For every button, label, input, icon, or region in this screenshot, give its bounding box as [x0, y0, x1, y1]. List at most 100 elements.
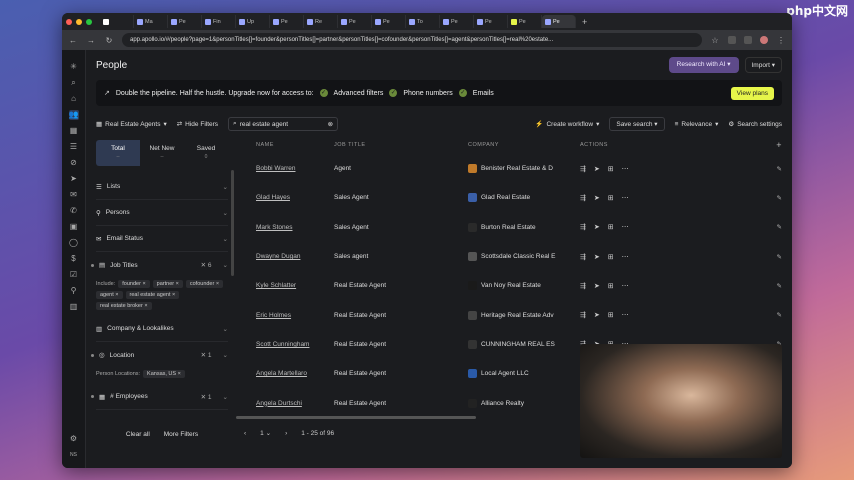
send-icon[interactable]: ➤ [594, 311, 600, 319]
extension-icon[interactable] [744, 36, 752, 44]
dollar-icon[interactable]: $ [69, 254, 79, 264]
add-to-list-icon[interactable]: ⇶ [580, 165, 586, 173]
view-plans-button[interactable]: View plans [730, 86, 774, 100]
page-select[interactable]: 1 ⌄ [260, 429, 271, 437]
filter-persons[interactable]: ⚲ Persons ⌄ [96, 200, 228, 226]
more-icon[interactable]: ⋯ [622, 253, 629, 261]
browser-tab[interactable] [100, 15, 134, 28]
phone-icon[interactable]: ✆ [69, 206, 79, 216]
profile-avatar[interactable] [760, 36, 768, 44]
filters-scrollbar[interactable] [231, 170, 234, 276]
star-icon[interactable]: ☆ [710, 36, 720, 45]
back-icon[interactable]: ← [68, 36, 78, 45]
saved-list-dropdown[interactable]: ▦ Real Estate Agents ▾ [96, 120, 167, 129]
table-row[interactable]: Eric Holmes Real Estate Agent Heritage Rea… [236, 300, 792, 329]
add-to-list-icon[interactable]: ⇶ [580, 194, 586, 202]
home-icon[interactable]: ⌂ [69, 94, 79, 104]
search-settings-button[interactable]: ⚙ Search settings [728, 120, 782, 129]
send-icon[interactable]: ➤ [594, 165, 600, 173]
browser-tab-active[interactable]: Pe [542, 15, 576, 28]
chip[interactable]: real estate broker × [96, 302, 152, 310]
add-column-button[interactable]: + [776, 140, 782, 150]
person-name-link[interactable]: Angela Martellaro [256, 370, 307, 377]
add-to-list-icon[interactable]: ⇶ [580, 311, 586, 319]
browser-tab[interactable]: Pe [270, 15, 304, 28]
company-link[interactable]: Glad Real Estate [481, 194, 530, 201]
browser-tab[interactable]: Up [236, 15, 270, 28]
add-to-list-icon[interactable]: ⇶ [580, 253, 586, 261]
chip[interactable]: agent × [96, 291, 123, 299]
save-search-button[interactable]: Save search ▾ [609, 117, 665, 131]
more-filters-button[interactable]: More Filters [164, 431, 198, 438]
extension-icon[interactable] [728, 36, 736, 44]
horizontal-scrollbar[interactable] [236, 416, 476, 419]
browser-tab[interactable]: Re [304, 15, 338, 28]
hidden-icon[interactable]: ⊘ [69, 158, 79, 168]
send-icon[interactable]: ➤ [594, 282, 600, 290]
filter-lists[interactable]: ☰ Lists ⌄ [96, 174, 228, 200]
add-to-list-icon[interactable]: ⇶ [580, 223, 586, 231]
filter-job-titles[interactable]: ▤ Job Titles ✕ 6 ⌄ [91, 252, 228, 278]
company-link[interactable]: Burton Real Estate [481, 224, 536, 231]
filter-company[interactable]: ▥ Company & Lookalikes ⌄ [96, 316, 228, 342]
next-page-icon[interactable]: › [285, 430, 287, 437]
research-with-ai-button[interactable]: Research with AI ▾ [668, 57, 739, 73]
person-name-link[interactable]: Mark Stones [256, 224, 293, 231]
browser-tab[interactable]: To [406, 15, 440, 28]
save-icon[interactable]: ⊞ [608, 282, 614, 290]
menu-icon[interactable]: ⋮ [776, 36, 786, 45]
table-row[interactable]: Mark Stones Sales Agent Burton Real Estate… [236, 213, 792, 242]
minimize-window-button[interactable] [76, 18, 82, 25]
send-icon[interactable]: ➤ [594, 194, 600, 202]
save-icon[interactable]: ⊞ [608, 165, 614, 173]
link-icon[interactable]: ✎ [777, 311, 782, 319]
reload-icon[interactable]: ↻ [104, 36, 114, 45]
plays-icon[interactable]: ⚲ [69, 286, 79, 296]
table-row[interactable]: Dwayne Dugan Sales agent Scottsdale Classi… [236, 242, 792, 271]
table-row[interactable]: Bobbi Warren Agent Benister Real Estate & … [236, 154, 792, 183]
settings-icon[interactable]: ⚙ [69, 434, 79, 444]
lists-icon[interactable]: ☰ [69, 142, 79, 152]
chip[interactable]: partner × [152, 280, 183, 288]
search-icon[interactable]: ⌕ [69, 78, 79, 88]
close-window-button[interactable] [66, 18, 72, 25]
person-name-link[interactable]: Scott Cunningham [256, 341, 309, 348]
person-name-link[interactable]: Bobbi Warren [256, 165, 296, 172]
link-icon[interactable]: ✎ [777, 223, 782, 231]
maximize-window-button[interactable] [86, 18, 92, 25]
save-icon[interactable]: ⊞ [608, 223, 614, 231]
person-name-link[interactable]: Dwayne Dugan [256, 253, 300, 260]
add-to-list-icon[interactable]: ⇶ [580, 282, 586, 290]
table-row[interactable]: Glad Hayes Sales Agent Glad Real Estate ⇶ ➤ ⊞… [236, 183, 792, 212]
link-icon[interactable]: ✎ [777, 194, 782, 202]
filter-email-status[interactable]: ✉ Email Status ⌄ [96, 226, 228, 252]
calendar-icon[interactable]: ▣ [69, 222, 79, 232]
company-link[interactable]: Scottsdale Classic Real E [481, 253, 555, 260]
more-icon[interactable]: ⋯ [622, 194, 629, 202]
link-icon[interactable]: ✎ [777, 253, 782, 261]
company-link[interactable]: Van Noy Real Estate [481, 282, 541, 289]
table-row[interactable]: Kyle Schlatter Real Estate Agent Van Noy R… [236, 271, 792, 300]
send-icon[interactable]: ➤ [594, 253, 600, 261]
save-icon[interactable]: ⊞ [608, 311, 614, 319]
chip[interactable]: real estate agent × [125, 291, 180, 299]
company-link[interactable]: Local Agent LLC [481, 370, 529, 377]
browser-tab[interactable]: Pe [440, 15, 474, 28]
send-icon[interactable]: ➤ [594, 223, 600, 231]
browser-tab[interactable]: Pe [168, 15, 202, 28]
more-icon[interactable]: ⋯ [622, 165, 629, 173]
companies-icon[interactable]: ▦ [69, 126, 79, 136]
more-icon[interactable]: ⋯ [622, 282, 629, 290]
chip[interactable]: cofounder × [185, 280, 224, 288]
company-link[interactable]: Alliance Realty [481, 400, 524, 407]
browser-tab[interactable]: Pe [474, 15, 508, 28]
chip[interactable]: founder × [118, 280, 150, 288]
user-avatar[interactable]: NS [69, 450, 79, 460]
chat-icon[interactable]: ◯ [69, 238, 79, 248]
apollo-logo-icon[interactable]: ✳ [69, 62, 79, 72]
analytics-icon[interactable]: ▥ [69, 302, 79, 312]
clear-all-button[interactable]: Clear all [126, 431, 150, 438]
person-name-link[interactable]: Glad Hayes [256, 194, 290, 201]
filter-employees[interactable]: ▦ # Employees ✕ 1 ⌄ [91, 384, 228, 410]
save-icon[interactable]: ⊞ [608, 253, 614, 261]
